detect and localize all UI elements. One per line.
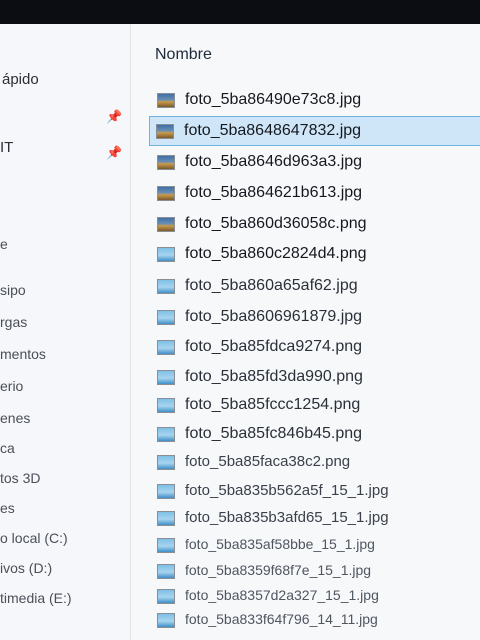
image-file-icon: [157, 589, 175, 604]
file-row[interactable]: foto_5ba85fd3da990.png: [151, 363, 451, 393]
file-name: foto_5ba8357d2a327_15_1.jpg: [185, 587, 379, 603]
navigation-pane: ápido 📌 IT 📌 e sipo rgas mentos erio ene…: [0, 24, 131, 640]
nav-item-label: enes: [0, 410, 31, 426]
nav-item-drive-d[interactable]: ivos (D:): [0, 556, 52, 580]
nav-item-label: o local (C:): [0, 530, 68, 546]
file-name: foto_5ba860c2824d4.png: [185, 245, 367, 262]
image-file-icon: [157, 370, 175, 385]
file-name: foto_5ba835b3afd65_15_1.jpg: [185, 509, 389, 526]
file-row[interactable]: foto_5ba85fdca9274.png: [151, 333, 451, 363]
file-list-pane: Nombre foto_5ba86490e73c8.jpg foto_5ba86…: [131, 24, 480, 640]
image-file-icon: [157, 484, 175, 499]
image-file-icon: [157, 93, 175, 108]
image-file-icon: [157, 155, 175, 170]
column-header-name[interactable]: Nombre: [155, 46, 212, 64]
image-file-icon: [157, 340, 175, 355]
file-row[interactable]: foto_5ba85fc846b45.png: [151, 420, 451, 450]
file-name: foto_5ba8359f68f7e_15_1.jpg: [185, 562, 372, 578]
nav-item-downloads[interactable]: rgas: [0, 310, 27, 334]
nav-item-quick-access[interactable]: ápido: [2, 68, 39, 92]
image-file-icon: [156, 124, 174, 139]
image-file-icon: [157, 217, 175, 232]
nav-item-pinned-folder[interactable]: IT: [0, 136, 13, 160]
nav-item-music[interactable]: ca: [0, 436, 15, 460]
image-file-icon: [157, 427, 175, 442]
nav-item-label: ca: [0, 440, 15, 456]
nav-item-documents[interactable]: mentos: [0, 342, 46, 366]
file-name: foto_5ba85fd3da990.png: [185, 368, 363, 385]
nav-item-label: erio: [0, 378, 24, 394]
nav-item-onedrive[interactable]: e: [0, 232, 8, 256]
file-name: foto_5ba85faca38c2.png: [185, 453, 351, 470]
file-row[interactable]: foto_5ba835b3afd65_15_1.jpg: [151, 504, 451, 534]
image-file-icon: [157, 455, 175, 470]
nav-item-label: tos 3D: [0, 470, 41, 486]
file-name: foto_5ba8646d963a3.jpg: [185, 153, 363, 170]
file-row[interactable]: foto_5ba835b562a5f_15_1.jpg: [151, 477, 451, 507]
file-name: foto_5ba860a65af62.jpg: [185, 277, 358, 294]
nav-item-drive-e[interactable]: timedia (E:): [0, 586, 72, 610]
nav-item-label: rgas: [0, 314, 28, 330]
image-file-icon: [157, 186, 175, 201]
nav-item-pictures[interactable]: enes: [0, 406, 30, 430]
file-row[interactable]: foto_5ba85faca38c2.png: [151, 448, 451, 478]
image-file-icon: [157, 564, 175, 579]
screen-top-bezel: [0, 0, 480, 24]
file-row[interactable]: foto_5ba864621b613.jpg: [151, 179, 451, 209]
nav-item-local-disk-c[interactable]: o local (C:): [0, 526, 68, 550]
image-file-icon: [157, 398, 175, 413]
file-name: foto_5ba864621b613.jpg: [185, 184, 363, 201]
file-row[interactable]: foto_5ba86490e73c8.jpg: [151, 86, 451, 116]
nav-item-label: ápido: [2, 71, 39, 88]
image-file-icon: [157, 538, 175, 553]
file-name: foto_5ba835b562a5f_15_1.jpg: [185, 482, 389, 499]
image-file-icon: [157, 511, 175, 526]
nav-item-label: ivos (D:): [0, 560, 53, 576]
file-row[interactable]: foto_5ba833f64f796_14_11.jpg: [151, 606, 451, 636]
file-name: foto_5ba860d36058c.png: [185, 215, 367, 232]
pin-icon: 📌: [106, 109, 123, 124]
file-name: foto_5ba8606961879.jpg: [185, 308, 363, 325]
file-row[interactable]: foto_5ba8646d963a3.jpg: [151, 148, 451, 178]
file-name: foto_5ba835af58bbe_15_1.jpg: [185, 536, 375, 552]
file-name: foto_5ba833f64f796_14_11.jpg: [185, 611, 378, 627]
file-row[interactable]: foto_5ba85fccc1254.png: [151, 391, 451, 421]
file-row[interactable]: foto_5ba860c2824d4.png: [151, 240, 451, 270]
file-name: foto_5ba85fccc1254.png: [185, 396, 361, 413]
nav-item-label: IT: [0, 139, 14, 156]
file-name: foto_5ba85fc846b45.png: [185, 425, 363, 442]
nav-item-label: es: [0, 500, 15, 516]
file-name: foto_5ba86490e73c8.jpg: [185, 91, 362, 108]
image-file-icon: [157, 613, 175, 628]
nav-item-label: e: [0, 236, 8, 252]
nav-item-videos[interactable]: es: [0, 496, 15, 520]
file-row[interactable]: foto_5ba860a65af62.jpg: [151, 272, 451, 302]
nav-item-label: mentos: [0, 346, 46, 362]
image-file-icon: [157, 310, 175, 325]
file-row[interactable]: foto_5ba860d36058c.png: [151, 210, 451, 240]
file-name: foto_5ba85fdca9274.png: [185, 338, 363, 355]
image-file-icon: [157, 247, 175, 262]
file-row[interactable]: foto_5ba8606961879.jpg: [151, 303, 451, 333]
image-file-icon: [157, 279, 175, 294]
nav-item-3d-objects[interactable]: tos 3D: [0, 466, 40, 490]
nav-item-this-pc[interactable]: sipo: [0, 278, 26, 302]
file-row-selected[interactable]: foto_5ba8648647832.jpg: [149, 116, 480, 146]
nav-item-label: timedia (E:): [0, 590, 72, 606]
nav-item-label: sipo: [0, 282, 26, 298]
nav-item-desktop[interactable]: erio: [0, 374, 23, 398]
pin-icon: 📌: [106, 145, 123, 160]
file-explorer-window: ápido 📌 IT 📌 e sipo rgas mentos erio ene…: [0, 24, 480, 640]
file-name: foto_5ba8648647832.jpg: [184, 122, 362, 139]
